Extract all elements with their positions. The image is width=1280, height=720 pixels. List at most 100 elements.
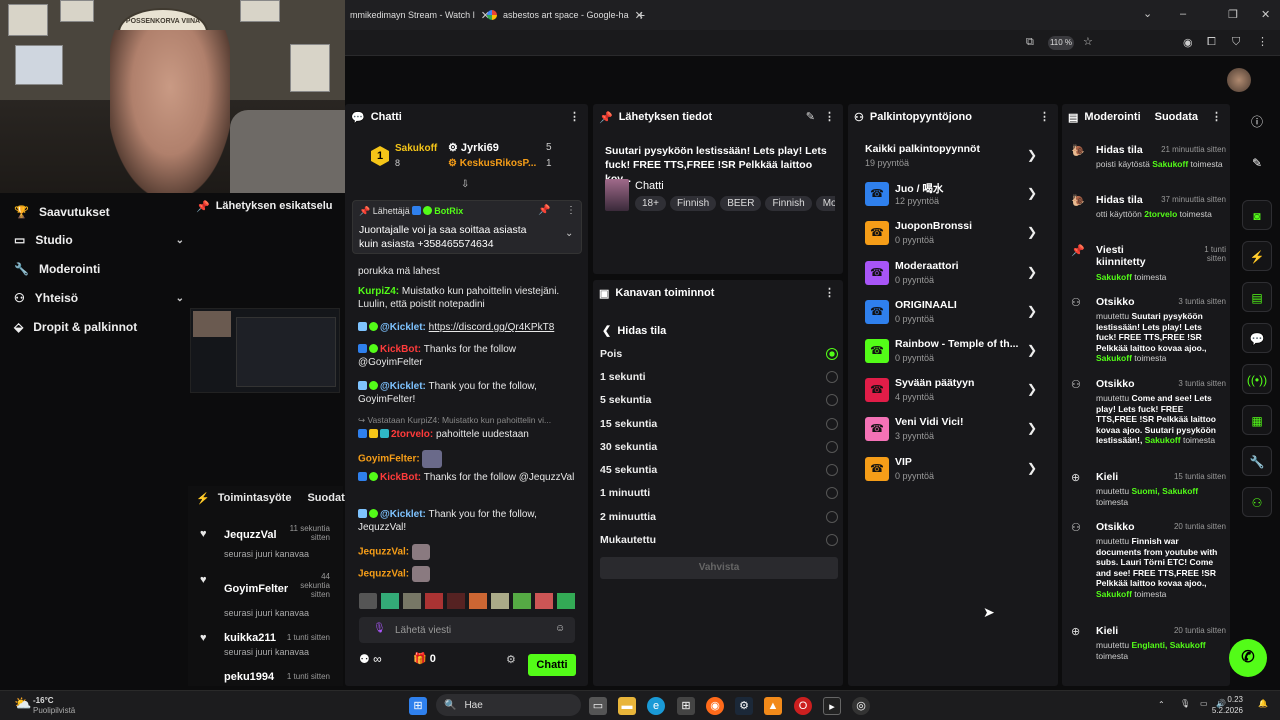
- entry-user[interactable]: Sakukoff: [1170, 640, 1206, 650]
- emoji-icon[interactable]: ☺: [555, 623, 565, 634]
- leader-name[interactable]: ⚙ Jyrki69: [448, 141, 499, 154]
- clock-date[interactable]: 5.2.2026: [1208, 706, 1243, 715]
- slow-mode-option[interactable]: 5 sekuntia: [600, 391, 838, 409]
- emote-icon[interactable]: [403, 593, 421, 609]
- chevron-down-icon[interactable]: ⌄: [565, 228, 573, 239]
- document-icon[interactable]: ▤: [1242, 282, 1272, 312]
- entry-user[interactable]: Sakukoff: [1096, 272, 1132, 282]
- entry-user[interactable]: Sakukoff: [1096, 589, 1132, 599]
- mic-icon[interactable]: 🎙: [373, 623, 386, 634]
- steam-icon[interactable]: ⚙: [735, 697, 753, 715]
- category-thumbnail[interactable]: [605, 179, 629, 211]
- emote-icon[interactable]: [469, 593, 487, 609]
- stream-tag[interactable]: BEER: [720, 196, 762, 211]
- bookmark-star-icon[interactable]: ☆: [1083, 35, 1093, 48]
- terminal-icon[interactable]: ▸: [823, 697, 841, 715]
- extensions-icon[interactable]: ⧠: [1207, 36, 1216, 49]
- address-bar[interactable]: ⧉ ☆ ◉ ⧠ ⛉ ⋮: [345, 30, 1280, 56]
- browser-tab[interactable]: asbestos art space - Google-ha ✕: [487, 6, 644, 24]
- reward-item[interactable]: ☎ JuoponBronssi 0 pyyntöä ❯: [865, 218, 1045, 248]
- weather-temp[interactable]: -16°C: [33, 696, 54, 705]
- radio-button[interactable]: [826, 418, 838, 430]
- edge-icon[interactable]: e: [647, 697, 665, 715]
- stream-tag[interactable]: Mo: [815, 196, 835, 211]
- nav-item-drops[interactable]: ⬙ Dropit & palkinnot: [14, 316, 184, 338]
- file-explorer-icon[interactable]: ▬: [618, 697, 636, 715]
- reward-item[interactable]: ☎ Veni Vidi Vici! 3 pyyntöä ❯: [865, 414, 1045, 444]
- more-options-icon[interactable]: ⋮: [824, 286, 835, 299]
- broadcast-icon[interactable]: ((•)): [1242, 364, 1272, 394]
- stream-tag[interactable]: Finnish: [669, 196, 717, 211]
- message-user[interactable]: KickBot:: [380, 344, 421, 355]
- unpin-icon[interactable]: 📌: [538, 205, 550, 216]
- reward-item[interactable]: ☎ Rainbow - Temple of th... 0 pyyntöä ❯: [865, 336, 1045, 366]
- firefox-icon[interactable]: ◉: [706, 697, 724, 715]
- more-options-icon[interactable]: ⋮: [569, 110, 580, 123]
- opera-icon[interactable]: O: [794, 697, 812, 715]
- reply-context[interactable]: ↪ Vastataan KurpiZ4: Muistatko kun pahoi…: [358, 414, 580, 427]
- points-counter[interactable]: 🎁 0: [413, 652, 436, 665]
- lightning-icon[interactable]: ⚡: [1242, 241, 1272, 271]
- leader-name[interactable]: ⚙ KeskusRikosP...: [448, 158, 536, 169]
- slow-mode-option[interactable]: Pois: [600, 345, 838, 363]
- chat-bubble-icon[interactable]: 💬: [1242, 323, 1272, 353]
- emote-icon[interactable]: [447, 593, 465, 609]
- slow-mode-option[interactable]: 1 minuutti: [600, 484, 838, 502]
- zoom-level[interactable]: 110 %: [1048, 36, 1074, 50]
- radio-button[interactable]: [826, 464, 838, 476]
- maximize-icon[interactable]: ❐: [1228, 8, 1238, 21]
- clock-time[interactable]: 0.23: [1225, 695, 1243, 704]
- message-user[interactable]: KickBot:: [380, 472, 421, 483]
- radio-button[interactable]: [826, 511, 838, 523]
- reward-item[interactable]: ☎ Syvään päätyyn 4 pyyntöä ❯: [865, 375, 1045, 405]
- settings-gear-icon[interactable]: ⚙: [506, 653, 516, 666]
- slow-mode-option[interactable]: 30 sekuntia: [600, 438, 838, 456]
- message-user[interactable]: JequzzVal:: [358, 547, 409, 558]
- edit-pencil-icon[interactable]: ✎: [1242, 148, 1272, 178]
- entry-user[interactable]: Sakukoff: [1096, 353, 1132, 363]
- profile-icon[interactable]: ◉: [1183, 36, 1193, 49]
- confirm-button[interactable]: Vahvista: [600, 557, 838, 579]
- radio-button[interactable]: [826, 441, 838, 453]
- reward-item[interactable]: ☎ Juo / 喝水 12 pyyntöä ❯: [865, 179, 1045, 209]
- stream-tag[interactable]: Finnish: [765, 196, 812, 211]
- community-icon[interactable]: ⚇: [1242, 487, 1272, 517]
- reward-all-item[interactable]: Kaikki palkintopyynnöt 19 pyyntöä ❯: [865, 141, 1045, 171]
- tab-list-icon[interactable]: ⌄: [1143, 7, 1152, 20]
- windows-start-icon[interactable]: ⊞: [409, 697, 427, 715]
- message-user[interactable]: @Kicklet:: [380, 381, 426, 392]
- message-user[interactable]: @Kicklet:: [380, 322, 426, 333]
- pinned-message[interactable]: 📌 Lähettäjä BotRix 📌 ⋮ Juontajalle voi j…: [352, 200, 582, 254]
- emote-icon[interactable]: [513, 593, 531, 609]
- emote-icon[interactable]: [359, 593, 377, 609]
- leader-name[interactable]: Sakukoff: [395, 143, 437, 154]
- nav-item-studio[interactable]: ▭ Studio ⌄: [14, 229, 184, 251]
- chevron-up-icon[interactable]: ⌃: [1158, 700, 1165, 709]
- shield-icon[interactable]: ⛉: [1232, 36, 1240, 49]
- entry-user[interactable]: Sakukoff: [1145, 435, 1181, 445]
- info-icon[interactable]: ⓘ: [1242, 107, 1272, 137]
- close-window-icon[interactable]: ✕: [1261, 8, 1270, 21]
- moderation-filter-button[interactable]: Suodata: [1155, 111, 1198, 123]
- panels-icon[interactable]: ▦: [1242, 405, 1272, 435]
- follower-name[interactable]: peku1994: [224, 671, 274, 683]
- follower-name[interactable]: JequzzVal: [224, 529, 277, 541]
- store-icon[interactable]: ⊞: [677, 697, 695, 715]
- reward-item[interactable]: ☎ Moderaattori 0 pyyntöä ❯: [865, 258, 1045, 288]
- slow-mode-option[interactable]: Mukautettu: [600, 531, 838, 549]
- nav-item-achievements[interactable]: 🏆 Saavutukset: [14, 201, 184, 223]
- send-chat-button[interactable]: Chatti: [528, 654, 576, 676]
- entry-user[interactable]: 2torvelo: [1144, 209, 1177, 219]
- emote-icon[interactable]: [381, 593, 399, 609]
- reward-item[interactable]: ☎ VIP 0 pyyntöä ❯: [865, 454, 1045, 484]
- vlc-icon[interactable]: ▲: [764, 697, 782, 715]
- weather-icon[interactable]: ⛅: [14, 695, 31, 712]
- message-user[interactable]: JequzzVal:: [358, 569, 409, 580]
- follower-name[interactable]: kuikka211: [224, 632, 276, 644]
- entry-user[interactable]: Sakukoff: [1152, 159, 1188, 169]
- slow-mode-option[interactable]: 15 sekuntia: [600, 415, 838, 433]
- radio-button[interactable]: [826, 394, 838, 406]
- back-button[interactable]: ❮ Hidas tila: [602, 324, 666, 337]
- notifications-icon[interactable]: 🔔: [1258, 699, 1268, 708]
- menu-icon[interactable]: ⋮: [1257, 35, 1268, 48]
